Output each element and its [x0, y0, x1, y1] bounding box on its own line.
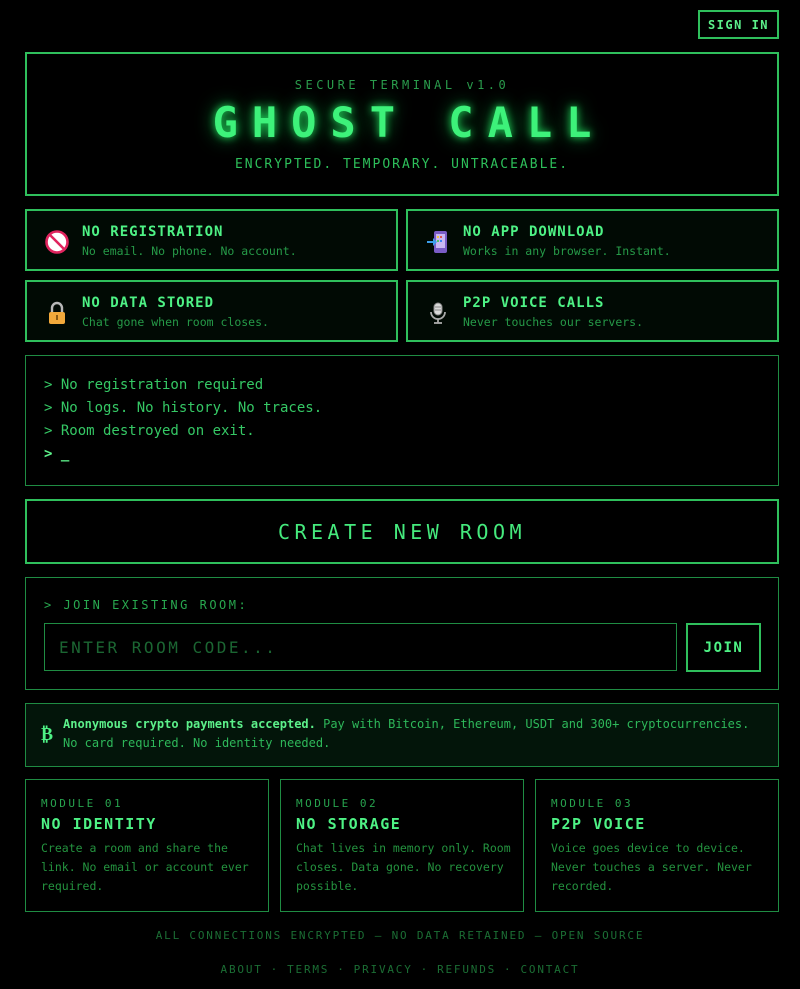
- hero-panel: SECURE TERMINAL v1.0 GHOST CALL ENCRYPTE…: [25, 52, 779, 196]
- join-room-panel: > JOIN EXISTING ROOM: JOIN: [25, 577, 779, 690]
- module-desc: Create a room and share the link. No ema…: [41, 841, 249, 893]
- phone-arrow-icon: [426, 230, 450, 254]
- join-room-label: > JOIN EXISTING ROOM:: [44, 598, 249, 612]
- module-title: NO STORAGE: [296, 815, 402, 833]
- module-card: MODULE 02 NO STORAGE Chat lives in memor…: [280, 779, 524, 912]
- lock-icon: [45, 301, 69, 325]
- footer-separator: ·: [270, 963, 280, 976]
- module-number: MODULE 03: [551, 797, 634, 810]
- feature-title: NO REGISTRATION: [82, 224, 224, 240]
- module-number: MODULE 01: [41, 797, 124, 810]
- crypto-text: Anonymous crypto payments accepted. Pay …: [63, 715, 752, 753]
- footer-separator: ·: [504, 963, 513, 976]
- module-number: MODULE 02: [296, 797, 379, 810]
- footer-link-about[interactable]: ABOUT: [221, 963, 263, 976]
- feature-title: NO DATA STORED: [82, 295, 215, 311]
- module-card: MODULE 01 NO IDENTITY Create a room and …: [25, 779, 269, 912]
- create-room-button[interactable]: CREATE NEW ROOM: [25, 499, 779, 564]
- page-title: GHOST CALL: [212, 98, 606, 147]
- feature-desc: Chat gone when room closes.: [82, 315, 269, 329]
- crypto-bold: Anonymous crypto payments accepted.: [63, 717, 316, 731]
- footer-links: ABOUT · TERMS · PRIVACY · REFUNDS · CONTACT: [0, 963, 800, 976]
- feature-card-no-data: NO DATA STORED Chat gone when room close…: [25, 280, 398, 342]
- footer-link-contact[interactable]: CONTACT: [520, 963, 579, 976]
- feature-title: NO APP DOWNLOAD: [463, 224, 605, 240]
- feature-desc: No email. No phone. No account.: [82, 244, 297, 258]
- no-entry-icon: [45, 230, 69, 254]
- module-title: P2P VOICE: [551, 815, 646, 833]
- feature-card-no-app: NO APP DOWNLOAD Works in any browser. In…: [406, 209, 779, 271]
- hero-kicker: SECURE TERMINAL v1.0: [294, 78, 510, 92]
- terminal-line: > No registration required: [44, 377, 264, 393]
- microphone-icon: [426, 301, 450, 325]
- join-button[interactable]: JOIN: [686, 623, 761, 672]
- room-code-input[interactable]: [44, 623, 677, 671]
- footer-separator: ·: [337, 963, 346, 976]
- feature-card-no-registration: NO REGISTRATION No email. No phone. No a…: [25, 209, 398, 271]
- footer-separator: ·: [420, 963, 430, 976]
- sign-in-button[interactable]: SIGN IN: [698, 10, 779, 39]
- footer-link-terms[interactable]: TERMS: [287, 963, 329, 976]
- hero-subtitle: ENCRYPTED. TEMPORARY. UNTRACEABLE.: [234, 157, 570, 172]
- footer-link-refunds[interactable]: REFUNDS: [437, 963, 496, 976]
- module-desc: Voice goes device to device. Never touch…: [551, 841, 752, 893]
- feature-desc: Works in any browser. Instant.: [463, 244, 671, 258]
- feature-desc: Never touches our servers.: [463, 315, 644, 329]
- module-title: NO IDENTITY: [41, 815, 157, 833]
- crypto-notice: ₿ Anonymous crypto payments accepted. Pa…: [25, 703, 779, 767]
- bitcoin-icon: ₿: [41, 724, 54, 745]
- module-card: MODULE 03 P2P VOICE Voice goes device to…: [535, 779, 779, 912]
- footer-note: ALL CONNECTIONS ENCRYPTED — NO DATA RETA…: [155, 929, 645, 942]
- terminal-output: > No registration required > No logs. No…: [25, 355, 779, 486]
- terminal-line: > No logs. No history. No traces.: [44, 400, 323, 416]
- feature-title: P2P VOICE CALLS: [463, 295, 605, 311]
- module-desc: Chat lives in memory only. Room closes. …: [296, 841, 511, 893]
- feature-card-p2p: P2P VOICE CALLS Never touches our server…: [406, 280, 779, 342]
- terminal-prompt: > _: [44, 446, 70, 462]
- terminal-line: > Room destroyed on exit.: [44, 423, 255, 439]
- footer-link-privacy[interactable]: PRIVACY: [354, 963, 413, 976]
